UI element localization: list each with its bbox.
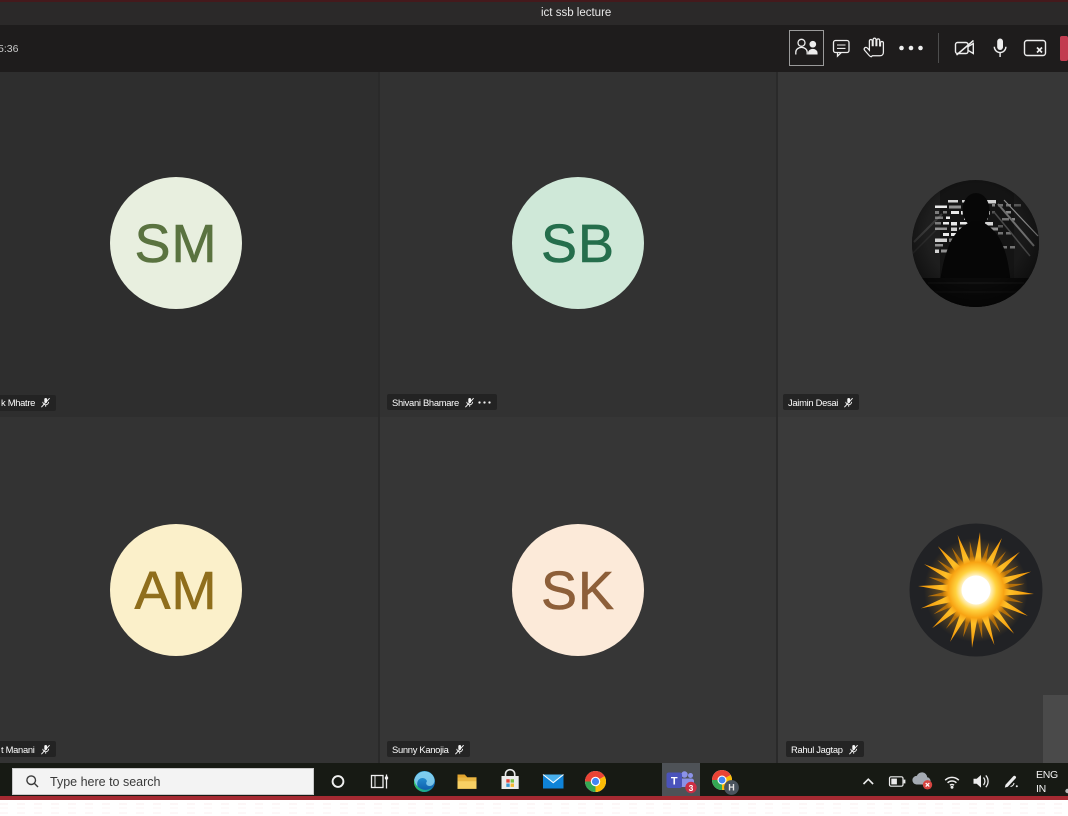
svg-text:H: H [728,783,735,793]
svg-text:T: T [671,776,678,788]
svg-text:3: 3 [689,783,694,793]
